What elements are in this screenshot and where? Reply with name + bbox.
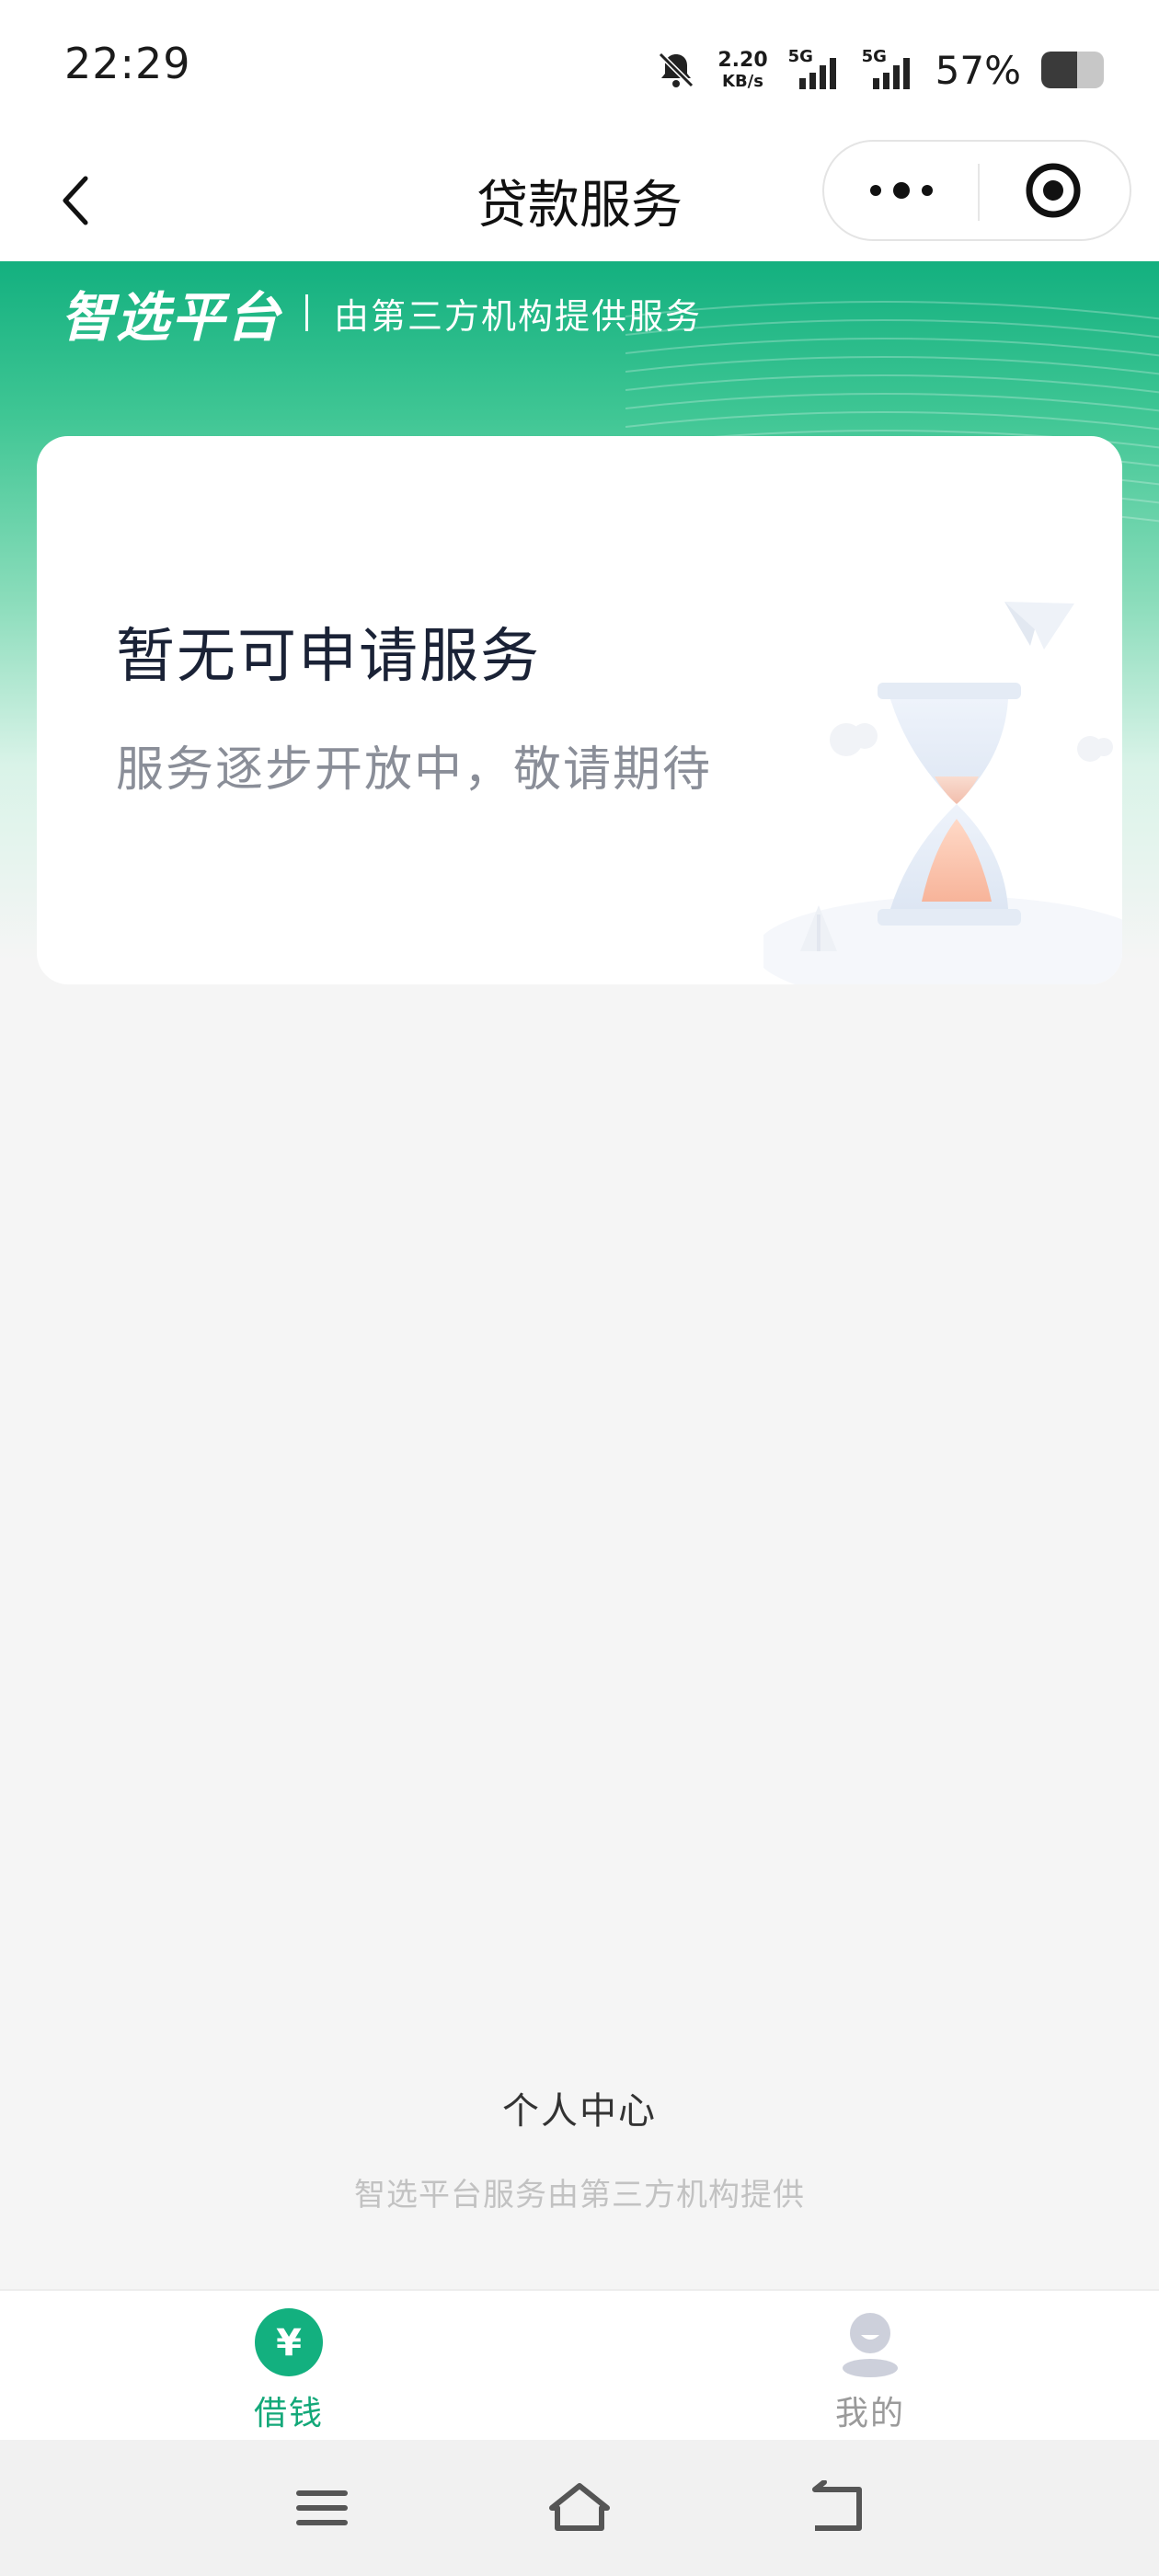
tab-borrow[interactable]: ¥ 借钱	[169, 2307, 408, 2436]
bottom-tab-bar: ¥ 借钱 我的	[0, 2289, 1159, 2440]
hourglass-illustration	[763, 602, 1122, 984]
personal-center-link[interactable]: 个人中心	[0, 2081, 1159, 2134]
signal-bars-icon	[798, 58, 836, 89]
tab-borrow-label: 借钱	[253, 2395, 324, 2432]
svg-text:¥: ¥	[276, 2322, 302, 2364]
target-close-icon	[1026, 163, 1080, 218]
brand-subtitle: 由第三方机构提供服务	[334, 295, 703, 337]
more-dots-icon	[869, 182, 933, 199]
net-speed-value: 2.20	[717, 48, 768, 72]
status-icons: 2.20 KB/s 5G 5G 57%	[655, 44, 1104, 96]
bell-muted-icon	[659, 52, 694, 88]
battery-fill	[1041, 52, 1077, 88]
empty-state-card: 暂无可申请服务 服务逐步开放中，敬请期待	[37, 436, 1122, 984]
system-nav-bar	[0, 2440, 1159, 2576]
signal-bars-icon	[872, 58, 910, 89]
provider-note: 智选平台服务由第三方机构提供	[354, 2177, 805, 2214]
brand-separator	[305, 294, 309, 331]
brand-logo: 智选平台	[61, 286, 282, 349]
nav-bar: 贷款服务	[0, 138, 1159, 262]
net-speed: 2.20 KB/s	[717, 48, 768, 91]
signal-sim2: 5G	[862, 47, 915, 91]
empty-state-title: 暂无可申请服务	[116, 623, 541, 691]
back-system-button[interactable]	[800, 2471, 874, 2545]
yuan-icon: ¥	[255, 2308, 323, 2376]
status-bar: 22:29 2.20 KB/s 5G 5G 57%	[0, 0, 1159, 138]
battery-percent: 57%	[935, 47, 1021, 93]
tab-mine-label: 我的	[834, 2395, 905, 2432]
brand-row: 智选平台 由第三方机构提供服务	[61, 276, 702, 350]
recents-button[interactable]	[285, 2471, 359, 2545]
home-icon	[549, 2483, 610, 2531]
status-time: 22:29	[64, 39, 191, 88]
tab-mine[interactable]: 我的	[751, 2307, 990, 2436]
close-miniprogram-button[interactable]	[976, 142, 1130, 239]
empty-state-subtitle: 服务逐步开放中，敬请期待	[116, 742, 713, 798]
miniprogram-capsule	[822, 140, 1131, 241]
user-icon	[843, 2313, 898, 2377]
menu-icon	[296, 2490, 348, 2525]
more-button[interactable]	[824, 142, 978, 239]
home-button[interactable]	[543, 2471, 616, 2545]
battery-icon	[1041, 52, 1104, 88]
net-speed-unit: KB/s	[722, 71, 763, 91]
signal-sim1: 5G	[788, 47, 842, 91]
back-arrow-icon	[812, 2480, 862, 2531]
